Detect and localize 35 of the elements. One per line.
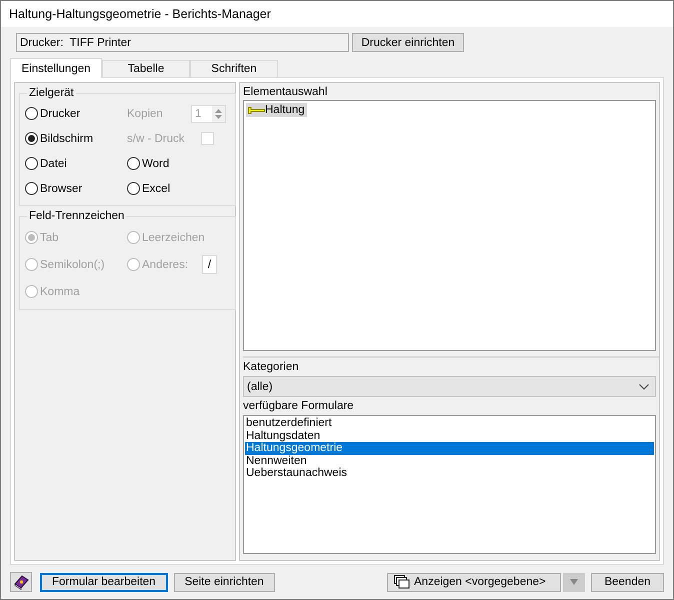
checkbox-label: s/w - Druck [127,132,186,144]
close-button[interactable]: Beenden [591,572,664,592]
list-item[interactable]: benutzerdefiniert [245,417,654,430]
section-label: Elementauswahl [243,85,328,100]
radio-label: Drucker [40,108,80,120]
radio-label: Browser [40,182,82,194]
edit-form-button[interactable]: Formular bearbeiten [40,572,168,592]
window-title: Haltung-Haltungsgeometrie - Berichts-Manager [9,7,271,21]
radio-label: Anderes: [142,258,188,270]
radio-label: Datei [40,158,67,170]
tree-item[interactable]: Haltung [246,103,307,117]
radio-label: Komma [40,286,80,298]
forms-label: verfügbare Formulare [243,399,355,414]
tab[interactable]: Schriften [190,60,278,77]
radio-label: Bildschirm [40,132,94,144]
printer-setup-button[interactable]: Drucker einrichten [352,33,464,52]
tab[interactable]: Tabelle [102,60,190,77]
list-item[interactable]: Nennweiten [245,454,654,467]
radio-label: Tab [40,232,59,244]
show-button[interactable]: Anzeigen <vorgegebene> [387,572,561,592]
group-title: Zielgerät [28,87,75,99]
list-item[interactable]: Haltungsdaten [245,430,654,442]
radio-label: Excel [142,182,170,194]
radio-label: Leerzeichen [142,232,205,244]
tab[interactable]: Einstellungen [10,58,102,78]
radio-label: Semikolon(;) [40,258,105,270]
list-item[interactable]: Haltungsgeometrie [245,442,654,454]
page-setup-button[interactable]: Seite einrichten [174,572,275,592]
group-title: Feld-Trennzeichen [28,210,126,222]
list-item[interactable]: Ueberstaunachweis [245,467,654,480]
printer-field: Drucker: TIFF Printer [16,33,349,52]
categories-dropdown[interactable]: (alle) [243,376,656,397]
categories-label: Kategorien [243,360,300,375]
copies-label: Kopien [127,108,164,120]
radio-label: Word [142,158,170,170]
